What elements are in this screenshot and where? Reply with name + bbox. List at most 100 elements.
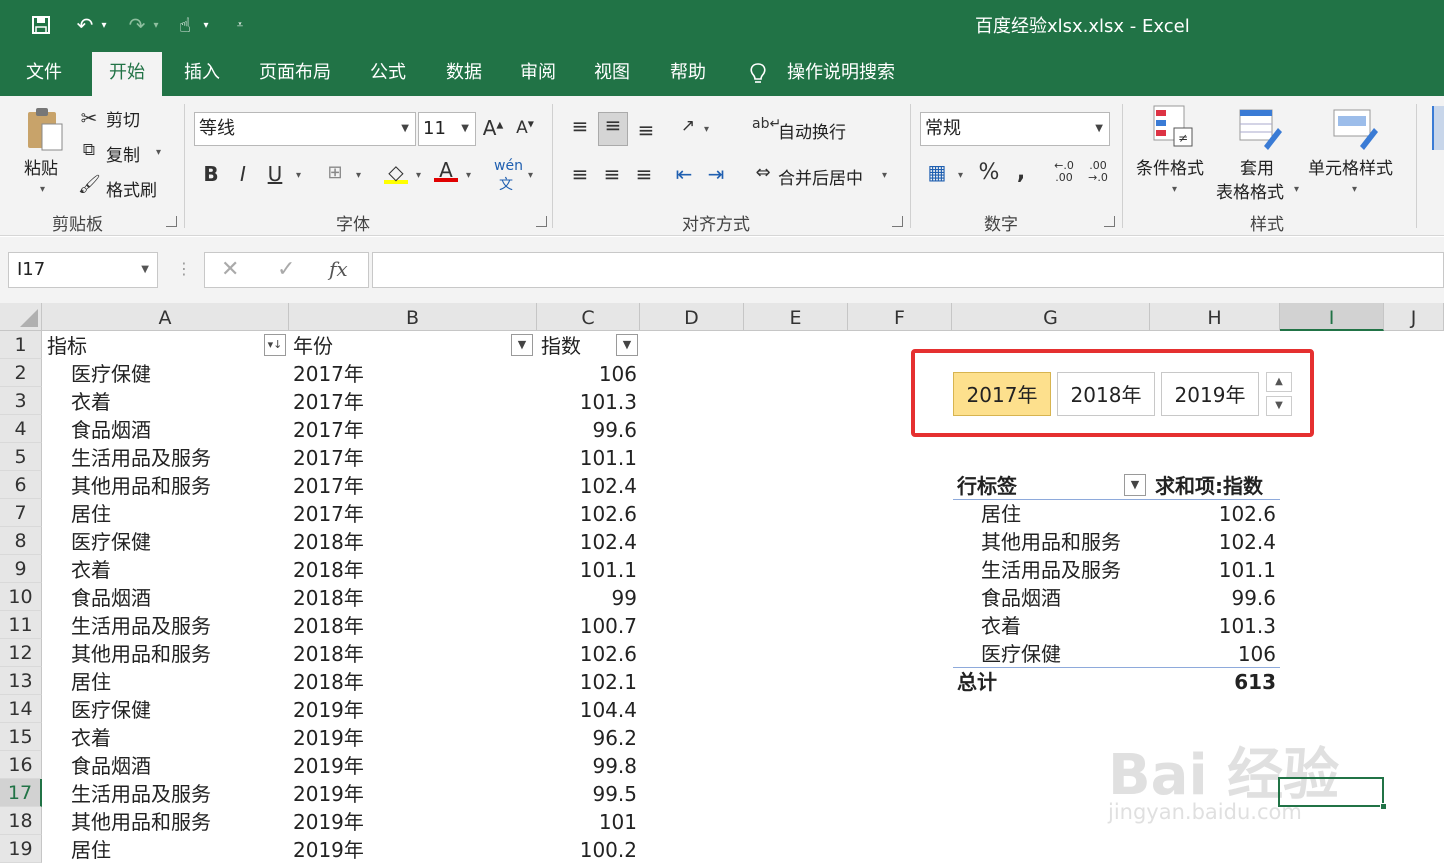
row-header[interactable]: 12	[0, 639, 42, 667]
column-header-f[interactable]: F	[848, 303, 952, 331]
pivot-row-label-item[interactable]: 衣着	[981, 612, 1021, 640]
pivot-row-value[interactable]: 102.4	[1150, 528, 1276, 556]
row-header[interactable]: 11	[0, 611, 42, 639]
percent-icon[interactable]: %	[976, 160, 1002, 185]
format-as-table-icon[interactable]	[1238, 106, 1282, 150]
cell-year[interactable]: 2017年	[293, 444, 364, 472]
header-cell-index[interactable]: 指数	[541, 332, 581, 360]
paste-icon[interactable]	[24, 106, 64, 154]
cell-year[interactable]: 2018年	[293, 612, 364, 640]
cell-indicator[interactable]: 医疗保健	[71, 360, 151, 388]
row-header[interactable]: 14	[0, 695, 42, 723]
increase-decimal-icon[interactable]: ←.0.00	[1050, 160, 1078, 184]
pivot-filter-icon[interactable]: ▼	[1124, 474, 1146, 496]
cell-indicator[interactable]: 居住	[71, 836, 111, 864]
header-cell-indicator[interactable]: 指标	[47, 332, 87, 360]
pivot-row-value[interactable]: 101.3	[1150, 612, 1276, 640]
cell-indicator[interactable]: 居住	[71, 668, 111, 696]
cancel-icon[interactable]: ✕	[221, 257, 239, 282]
underline-dropdown-icon[interactable]: ▾	[296, 170, 301, 181]
filter-dropdown-icon[interactable]: ▼	[511, 334, 533, 356]
font-color-icon[interactable]: A	[434, 158, 458, 182]
insert-function-icon[interactable]: fx	[329, 257, 348, 281]
table-dropdown-icon[interactable]: ▾	[1294, 184, 1299, 195]
tab-review[interactable]: 审阅	[508, 50, 568, 96]
row-header[interactable]: 16	[0, 751, 42, 779]
paste-dropdown-icon[interactable]: ▾	[40, 184, 45, 195]
row-header[interactable]: 6	[0, 471, 42, 499]
cell-index[interactable]: 101.1	[540, 444, 637, 472]
conditional-format-button[interactable]: 条件格式	[1136, 154, 1204, 179]
paste-button[interactable]: 粘贴	[24, 154, 58, 179]
row-header[interactable]: 15	[0, 723, 42, 751]
cell-indicator[interactable]: 居住	[71, 500, 111, 528]
slicer-item-2017[interactable]: 2017年	[953, 372, 1051, 416]
cell-indicator[interactable]: 衣着	[71, 556, 111, 584]
cell-indicator[interactable]: 医疗保健	[71, 528, 151, 556]
fill-dropdown-icon[interactable]: ▾	[416, 170, 421, 181]
tab-formulas[interactable]: 公式	[358, 50, 418, 96]
number-format-select[interactable]: 常规 ▼	[920, 112, 1110, 146]
pivot-row-label-item[interactable]: 食品烟酒	[981, 584, 1061, 612]
shrink-font-icon[interactable]: A▼	[514, 118, 536, 138]
cell-year[interactable]: 2018年	[293, 668, 364, 696]
row-header[interactable]: 13	[0, 667, 42, 695]
column-header-h[interactable]: H	[1150, 303, 1280, 331]
font-color-dropdown-icon[interactable]: ▾	[466, 170, 471, 181]
slicer-scroll-up-icon[interactable]: ▲	[1266, 372, 1292, 392]
cell-index[interactable]: 100.7	[540, 612, 637, 640]
tab-page-layout[interactable]: 页面布局	[250, 50, 340, 96]
cell-indicator[interactable]: 食品烟酒	[71, 752, 151, 780]
orientation-icon[interactable]: ↗	[676, 116, 700, 136]
merge-center-icon[interactable]: ⇔	[750, 162, 776, 183]
copy-icon[interactable]: ⧉	[78, 140, 100, 160]
column-header-d[interactable]: D	[640, 303, 744, 331]
cell-index[interactable]: 102.1	[540, 668, 637, 696]
row-header[interactable]: 18	[0, 807, 42, 835]
pivot-row-label-item[interactable]: 医疗保健	[981, 640, 1061, 668]
column-header-c[interactable]: C	[537, 303, 640, 331]
pivot-row-label-item[interactable]: 生活用品及服务	[981, 556, 1121, 584]
cell-year[interactable]: 2019年	[293, 780, 364, 808]
cell-year[interactable]: 2017年	[293, 472, 364, 500]
cell-index[interactable]: 102.4	[540, 472, 637, 500]
cell-year[interactable]: 2019年	[293, 724, 364, 752]
tab-insert[interactable]: 插入	[172, 50, 232, 96]
align-left-icon[interactable]: ≡	[568, 162, 592, 186]
pivot-total-value[interactable]: 613	[1150, 668, 1276, 696]
tab-home[interactable]: 开始	[92, 52, 162, 96]
column-header-g[interactable]: G	[952, 303, 1150, 331]
font-name-select[interactable]: 等线 ▼	[194, 112, 416, 146]
copy-button[interactable]: 复制	[106, 141, 140, 166]
align-middle-icon[interactable]: ≡	[598, 112, 628, 146]
format-painter-icon[interactable]: 🖌	[78, 174, 101, 195]
touch-dropdown-icon[interactable]: ▾	[198, 10, 214, 40]
format-painter-button[interactable]: 格式刷	[106, 176, 157, 201]
cell-indicator[interactable]: 生活用品及服务	[71, 612, 211, 640]
save-icon[interactable]	[26, 10, 56, 40]
comma-style-icon[interactable]: ,	[1012, 160, 1030, 185]
accounting-dropdown-icon[interactable]: ▾	[958, 170, 963, 181]
cell-indicator[interactable]: 医疗保健	[71, 696, 151, 724]
format-as-table-button-line2[interactable]: 表格格式	[1216, 178, 1284, 203]
align-top-icon[interactable]: ≡	[568, 114, 592, 138]
row-header[interactable]: 3	[0, 387, 42, 415]
enter-icon[interactable]: ✓	[277, 257, 295, 282]
cell-year[interactable]: 2018年	[293, 528, 364, 556]
cell-index[interactable]: 101	[540, 808, 637, 836]
cut-button[interactable]: 剪切	[106, 106, 140, 131]
name-box[interactable]: I17 ▼	[8, 252, 158, 288]
orientation-dropdown-icon[interactable]: ▾	[704, 124, 709, 135]
cell-indicator[interactable]: 食品烟酒	[71, 416, 151, 444]
cell-year[interactable]: 2019年	[293, 836, 364, 864]
underline-icon[interactable]: U	[264, 162, 286, 186]
row-header[interactable]: 7	[0, 499, 42, 527]
row-header[interactable]: 5	[0, 443, 42, 471]
cell-year[interactable]: 2017年	[293, 416, 364, 444]
touch-mode-icon[interactable]: ☝	[170, 10, 200, 40]
row-header[interactable]: 4	[0, 415, 42, 443]
conditional-format-icon[interactable]: ≠	[1152, 104, 1194, 148]
pivot-row-label-item[interactable]: 居住	[981, 500, 1021, 528]
align-right-icon[interactable]: ≡	[632, 162, 656, 186]
insert-cells-icon[interactable]	[1432, 106, 1444, 150]
